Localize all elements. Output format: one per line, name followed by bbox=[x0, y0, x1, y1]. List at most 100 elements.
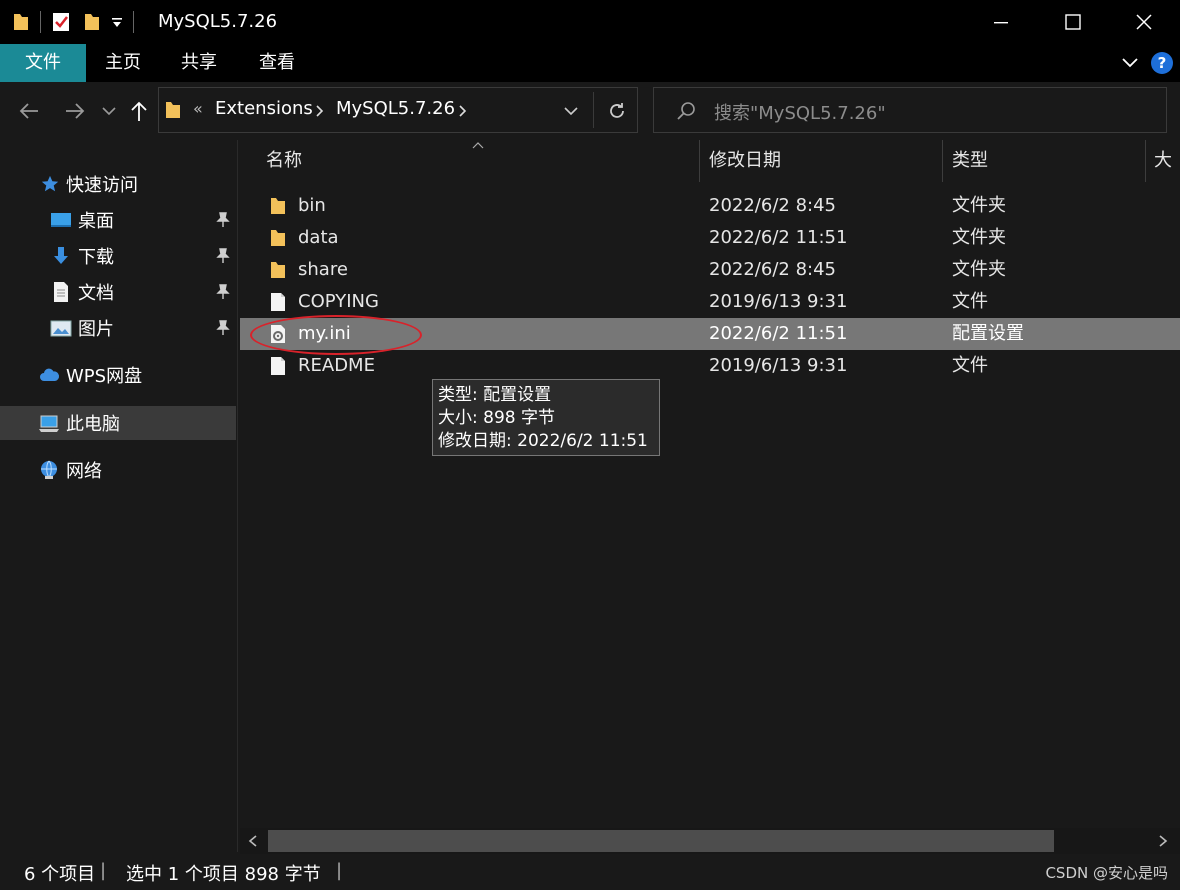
file-row-readme[interactable]: README 2019/6/13 9:31 文件 bbox=[240, 350, 1180, 382]
ribbon-tabs: 文件 主页 共享 查看 ? bbox=[0, 44, 1180, 82]
file-row-share[interactable]: share 2022/6/2 8:45 文件夹 bbox=[240, 254, 1180, 286]
help-icon: ? bbox=[1157, 54, 1167, 72]
up-button[interactable] bbox=[126, 96, 152, 126]
chevron-right-icon[interactable] bbox=[459, 105, 467, 117]
watermark: CSDN @安心是吗 bbox=[1045, 864, 1168, 882]
minimize-button[interactable] bbox=[965, 0, 1037, 44]
tab-home[interactable]: 主页 bbox=[92, 44, 154, 82]
nav-label: 此电脑 bbox=[66, 414, 120, 435]
file-row-bin[interactable]: bin 2022/6/2 8:45 文件夹 bbox=[240, 190, 1180, 222]
tooltip-size: 大小: 898 字节 bbox=[438, 408, 555, 428]
tab-share[interactable]: 共享 bbox=[168, 44, 230, 82]
file-icon bbox=[271, 357, 285, 375]
refresh-button[interactable] bbox=[599, 98, 635, 124]
nav-this-pc[interactable]: 此电脑 bbox=[0, 406, 236, 440]
arrow-left-icon bbox=[19, 103, 38, 119]
close-icon bbox=[1136, 14, 1152, 30]
desktop-icon bbox=[51, 213, 71, 227]
file-type: 文件 bbox=[952, 291, 988, 312]
file-modified: 2022/6/2 11:51 bbox=[709, 323, 848, 344]
address-divider bbox=[593, 92, 594, 128]
search-input[interactable]: 搜索"MySQL5.7.26" bbox=[653, 87, 1167, 133]
picture-icon bbox=[50, 320, 72, 337]
column-divider[interactable] bbox=[1145, 140, 1146, 182]
chevron-down-icon bbox=[1122, 58, 1138, 68]
help-button[interactable]: ? bbox=[1151, 52, 1173, 74]
sort-ascending-icon bbox=[472, 142, 484, 149]
column-header-modified[interactable]: 修改日期 bbox=[709, 140, 781, 182]
nav-quick-access[interactable]: 快速访问 bbox=[0, 167, 236, 201]
navigation-pane: 快速访问 桌面 下载 文档 图片 WPS网盘 此电脑 网络 bbox=[0, 140, 238, 852]
column-divider[interactable] bbox=[699, 140, 700, 182]
column-header-size[interactable]: 大小 bbox=[1154, 140, 1180, 182]
nav-wps-cloud[interactable]: WPS网盘 bbox=[0, 358, 236, 392]
file-type: 文件夹 bbox=[952, 195, 1006, 216]
column-divider[interactable] bbox=[942, 140, 943, 182]
column-header-name[interactable]: 名称 bbox=[266, 140, 302, 182]
computer-icon bbox=[39, 415, 59, 432]
scrollbar-thumb[interactable] bbox=[268, 830, 1054, 852]
tab-file[interactable]: 文件 bbox=[0, 44, 86, 82]
file-modified: 2022/6/2 11:51 bbox=[709, 227, 848, 248]
minimize-icon bbox=[994, 22, 1008, 24]
customize-toolbar-icon[interactable] bbox=[111, 15, 123, 29]
new-folder-icon[interactable] bbox=[83, 12, 101, 32]
file-row-my-ini[interactable]: my.ini 2022/6/2 11:51 配置设置 bbox=[240, 318, 1180, 350]
nav-desktop[interactable]: 桌面 bbox=[0, 203, 236, 237]
nav-label: 桌面 bbox=[78, 211, 114, 232]
nav-label: 下载 bbox=[78, 247, 114, 268]
scroll-left-icon[interactable] bbox=[248, 835, 258, 847]
nav-label: 文档 bbox=[78, 283, 114, 304]
pin-icon[interactable] bbox=[216, 248, 230, 264]
nav-documents[interactable]: 文档 bbox=[0, 275, 236, 309]
folder-icon bbox=[271, 262, 285, 278]
address-history-button[interactable] bbox=[557, 100, 585, 122]
file-tooltip: 类型: 配置设置 大小: 898 字节 修改日期: 2022/6/2 11:51 bbox=[432, 379, 660, 456]
pin-icon[interactable] bbox=[216, 284, 230, 300]
refresh-icon bbox=[610, 103, 624, 118]
pin-icon[interactable] bbox=[216, 320, 230, 336]
file-row-copying[interactable]: COPYING 2019/6/13 9:31 文件 bbox=[240, 286, 1180, 318]
file-modified: 2019/6/13 9:31 bbox=[709, 355, 848, 376]
navigation-bar: « Extensions MySQL5.7.26 搜索"MySQL5.7.26" bbox=[0, 82, 1180, 140]
file-row-data[interactable]: data 2022/6/2 11:51 文件夹 bbox=[240, 222, 1180, 254]
horizontal-scrollbar[interactable] bbox=[240, 828, 1180, 854]
file-name: bin bbox=[298, 195, 326, 216]
tab-view[interactable]: 查看 bbox=[246, 44, 308, 82]
back-button[interactable] bbox=[14, 96, 44, 126]
status-divider: | bbox=[336, 860, 343, 881]
close-button[interactable] bbox=[1108, 0, 1180, 44]
breadcrumb-extensions[interactable]: Extensions bbox=[215, 98, 313, 119]
file-type: 配置设置 bbox=[952, 323, 1024, 344]
file-name: my.ini bbox=[298, 323, 351, 344]
folder-icon bbox=[14, 14, 28, 30]
expand-ribbon-button[interactable] bbox=[1118, 52, 1142, 74]
maximize-icon bbox=[1065, 14, 1081, 30]
chevron-right-icon[interactable] bbox=[316, 105, 324, 117]
nav-label: WPS网盘 bbox=[66, 366, 143, 387]
address-overflow[interactable]: « bbox=[193, 99, 203, 118]
selection-info: 选中 1 个项目 898 字节 bbox=[126, 864, 321, 885]
file-name: README bbox=[298, 355, 375, 376]
nav-downloads[interactable]: 下载 bbox=[0, 239, 236, 273]
status-divider: | bbox=[100, 860, 107, 881]
download-icon bbox=[54, 247, 68, 264]
breadcrumb-mysql[interactable]: MySQL5.7.26 bbox=[336, 98, 455, 119]
file-type: 文件夹 bbox=[952, 259, 1006, 280]
file-name: data bbox=[298, 227, 339, 248]
maximize-button[interactable] bbox=[1037, 0, 1109, 44]
nav-network[interactable]: 网络 bbox=[0, 453, 236, 487]
tooltip-type: 类型: 配置设置 bbox=[438, 385, 552, 405]
pin-icon[interactable] bbox=[216, 212, 230, 228]
forward-button[interactable] bbox=[60, 96, 90, 126]
network-icon bbox=[41, 460, 57, 479]
properties-icon[interactable] bbox=[51, 11, 71, 33]
arrow-up-icon bbox=[131, 101, 147, 121]
scroll-right-icon[interactable] bbox=[1158, 835, 1168, 847]
column-header-type[interactable]: 类型 bbox=[952, 140, 988, 182]
settings-file-icon bbox=[271, 325, 285, 343]
folder-icon bbox=[271, 198, 285, 214]
recent-locations-button[interactable] bbox=[98, 96, 120, 126]
nav-pictures[interactable]: 图片 bbox=[0, 311, 236, 345]
address-bar[interactable]: « Extensions MySQL5.7.26 bbox=[158, 87, 638, 133]
